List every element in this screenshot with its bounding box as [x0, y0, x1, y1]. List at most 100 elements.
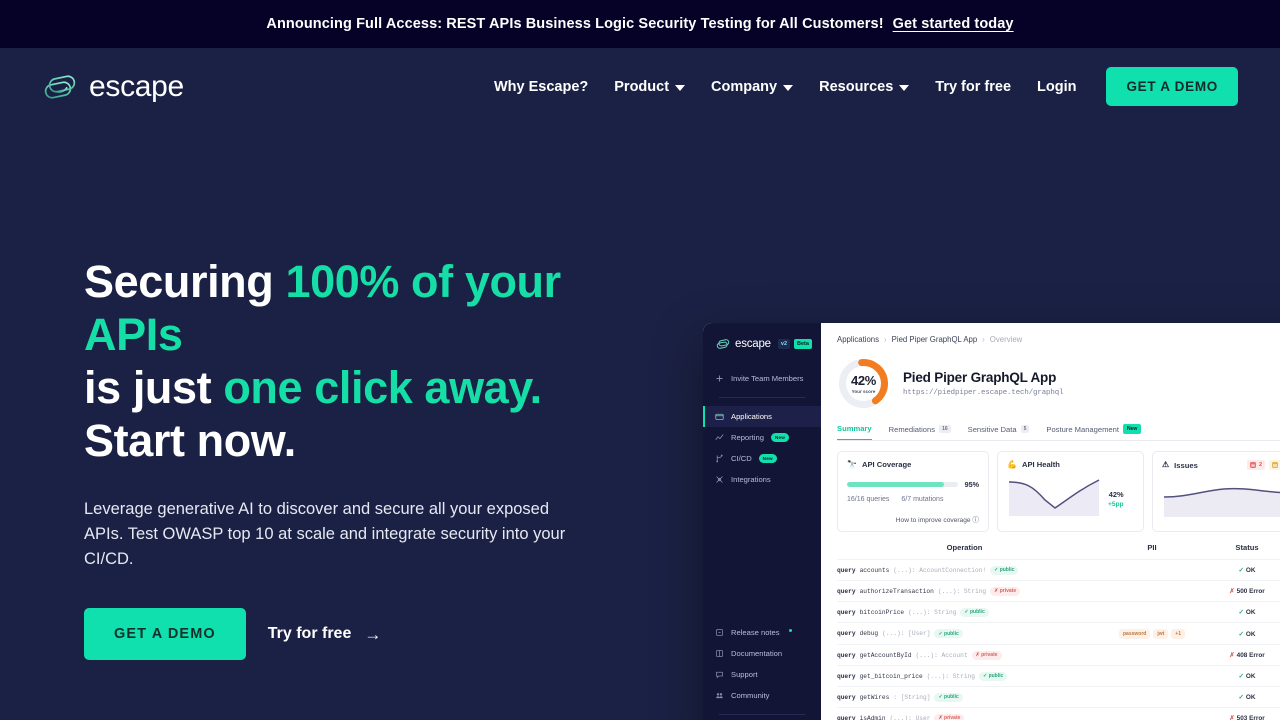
table-row[interactable]: query getAccountById (...): Account ✗ priva… [837, 644, 1280, 665]
severity-key: M [1272, 462, 1278, 468]
app-tabs: Summary Remediations 16 Sensitive Data 5… [837, 424, 1280, 441]
table-row[interactable]: query debug (...): [User] ✓ public password j… [837, 622, 1280, 644]
score-label: 42% Your score [837, 357, 890, 410]
sidebar-item-community[interactable]: Community [703, 685, 821, 706]
announcement-link[interactable]: Get started today [893, 16, 1014, 32]
operation-type: (...): String [937, 587, 987, 595]
health-value: 42% [1108, 490, 1124, 499]
arrow-right-icon: → [364, 624, 382, 644]
sidebar-item-release-notes[interactable]: Release notes [703, 622, 821, 643]
app-url[interactable]: https://piedpiper.escape.tech/graphql [903, 389, 1064, 397]
tab-label: Summary [837, 424, 872, 433]
operation-name: authorizeTransaction [859, 587, 934, 595]
operation-type: (...): String [908, 608, 957, 616]
tab-sensitive-data[interactable]: Sensitive Data 5 [968, 425, 1030, 440]
sidebar-item-label: Reporting [731, 433, 764, 442]
breadcrumb-app[interactable]: Pied Piper GraphQL App [892, 335, 978, 344]
cell-operation: query getAccountById (...): Account ✗ priva… [837, 650, 1092, 660]
operation-type: (...): Account [915, 651, 968, 659]
invite-team-members-item[interactable]: Invite Team Members [703, 368, 821, 389]
tab-label: Posture Management [1046, 424, 1119, 434]
hero-copy: Securing 100% of your APIs is just one c… [84, 255, 644, 660]
tab-remediations[interactable]: Remediations 16 [889, 425, 951, 440]
beta-badge: Beta [794, 339, 812, 349]
cell-status: ✓ OK [1212, 672, 1280, 680]
sidebar-divider [719, 397, 805, 398]
cell-operation: query bitcoinPrice (...): String ✓ public [837, 607, 1092, 617]
plug-icon [715, 475, 724, 484]
mutations-count: 6/7 mutations [901, 496, 944, 503]
nav-label: Why Escape? [493, 78, 589, 95]
table-row[interactable]: query accounts (...): AccountConnection! ✓ … [837, 559, 1280, 580]
cross-icon: ✗ [1229, 715, 1235, 720]
check-icon: ✓ [1238, 609, 1244, 616]
card-issues: ⚠ Issues H 2 M 3 L [1152, 451, 1280, 532]
coverage-meta: 16/16 queries 6/7 mutations [847, 496, 979, 503]
sidebar-item-applications[interactable]: Applications [703, 406, 821, 427]
escape-logo-icon-small [715, 336, 731, 352]
status-text: 500 Error [1236, 588, 1265, 595]
headline-text: Securing [84, 256, 286, 307]
nav-item-product[interactable]: Product [614, 79, 686, 95]
status-text: 503 Error [1236, 715, 1265, 720]
breadcrumb-applications[interactable]: Applications [837, 335, 879, 344]
sidebar-item-label: Documentation [731, 649, 783, 658]
check-icon: ✓ [1238, 673, 1244, 680]
table-row[interactable]: query bitcoinPrice (...): String ✓ public ✓ O… [837, 601, 1280, 622]
operation-type: (...): [User] [882, 630, 931, 637]
status-text: OK [1245, 567, 1256, 574]
escape-logo[interactable]: escape [40, 67, 184, 107]
sidebar-item-integrations[interactable]: Integrations [703, 469, 821, 490]
sidebar-item-documentation[interactable]: Documentation [703, 643, 821, 664]
operation-name: isAdmin [859, 714, 886, 720]
nav-item-resources[interactable]: Resources [819, 79, 910, 95]
new-badge: New [770, 433, 789, 442]
nav-item-why-escape[interactable]: Why Escape? [494, 79, 588, 95]
table-row[interactable]: query get_bitcoin_price (...): String ✓ pub… [837, 665, 1280, 686]
sidebar-item-reporting[interactable]: Reporting New [703, 427, 821, 448]
operation-type: : [String] [893, 693, 931, 701]
operation-keyword: query [837, 587, 856, 595]
card-title: API Health [1021, 460, 1060, 469]
invite-label: Invite Team Members [731, 374, 804, 383]
pii-tag: jwt [1153, 628, 1169, 639]
app-main-pane: Applications › Pied Piper GraphQL App › … [821, 323, 1280, 720]
table-row[interactable]: query authorizeTransaction (...): String ✗ … [837, 580, 1280, 601]
try-for-free-link[interactable]: Try for free → [268, 625, 382, 643]
get-a-demo-button-hero[interactable]: GET A DEMO [84, 608, 246, 660]
severity-medium[interactable]: M 3 [1269, 460, 1280, 470]
card-title: Issues [1174, 460, 1198, 470]
headline-line-3: Start now. [84, 415, 296, 466]
announcement-banner: Announcing Full Access: REST APIs Busine… [0, 0, 1280, 48]
cell-status: ✓ OK [1212, 630, 1280, 638]
operations-table: Operation PII Status Pe Pa queryaccounts… [837, 543, 1280, 720]
get-a-demo-button-nav[interactable]: GET A DEMO [1106, 67, 1238, 106]
nav-item-login[interactable]: Login [1037, 79, 1076, 95]
severity-count: 2 [1259, 462, 1262, 468]
tab-summary[interactable]: Summary [837, 424, 872, 440]
nav-item-company[interactable]: Company [711, 79, 794, 95]
sidebar-item-cicd[interactable]: CI/CD New [703, 448, 821, 469]
notification-dot [788, 628, 792, 632]
column-status: Status [1235, 543, 1259, 552]
table-row[interactable]: querygetWires: [String]✓ public✓OK12.0ms [837, 686, 1280, 707]
queries-count: 16/16 queries [847, 496, 890, 503]
visibility-tag: ✗ private [971, 650, 1002, 660]
improve-coverage-link[interactable]: How to improve coverage ⓘ [847, 514, 979, 524]
sidebar-item-support[interactable]: Support [703, 664, 821, 685]
headline-line-1: Securing 100% of your APIs [84, 256, 561, 360]
operation-type: (...): String [926, 672, 975, 680]
breadcrumb-separator: › [884, 335, 887, 344]
breadcrumb: Applications › Pied Piper GraphQL App › … [837, 335, 1280, 344]
page-title: Securing 100% of your APIs is just one c… [84, 255, 644, 467]
cell-operation: query authorizeTransaction (...): String ✗ … [837, 586, 1092, 596]
nav-item-try-for-free[interactable]: Try for free [935, 79, 1011, 95]
app-sidebar-logo[interactable]: escape v2 Beta [703, 336, 821, 352]
people-icon [715, 691, 724, 700]
tab-posture-management[interactable]: Posture Management New [1046, 424, 1142, 440]
cell-pii: password jwt +1 [1092, 628, 1212, 639]
chevron-down-icon [783, 84, 794, 91]
severity-high[interactable]: H 2 [1247, 460, 1265, 470]
table-row[interactable]: query isAdmin (...): User ✗ private ✗ 503 Err… [837, 707, 1280, 720]
coverage-bar: 95% [847, 480, 979, 489]
